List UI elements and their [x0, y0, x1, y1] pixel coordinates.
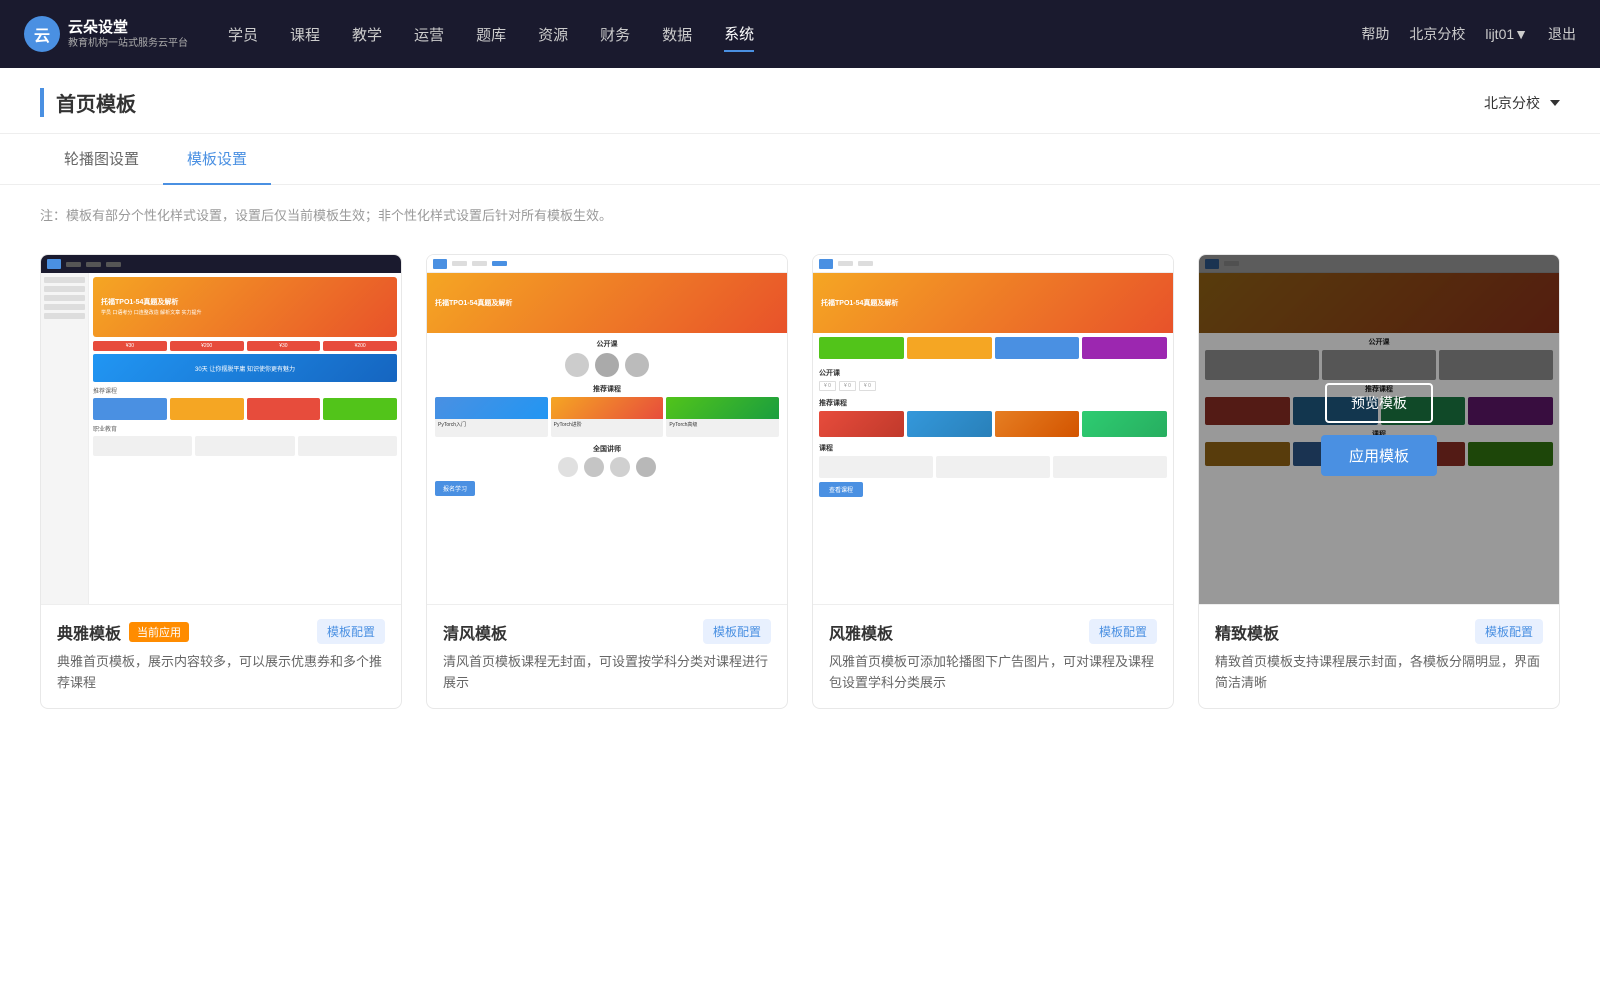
template-card-qingfeng: 托福TPO1-54真题及解析 公开课 推荐课程	[426, 254, 788, 709]
template-desc-fengya: 风雅首页模板可添加轮播图下广告图片，可对课程及课程包设置学科分类展示	[829, 652, 1157, 694]
nav-item-data[interactable]: 数据	[662, 18, 692, 51]
template-name-dianghya: 典雅模板	[57, 620, 121, 644]
current-badge-dianghya: 当前应用	[129, 622, 189, 642]
nav-item-operations[interactable]: 运营	[414, 18, 444, 51]
template-card-jingzhi: 公开课 推荐课程 课程	[1198, 254, 1560, 709]
template-info-qingfeng: 清风模板 模板配置 清风首页模板课程无封面，可设置按学科分类对课程进行展示	[427, 605, 787, 708]
template-card-dianghya: 托福TPO1-54真题及解析 学员 口语考分 口连整改造 解析文章 实力提升 ¥…	[40, 254, 402, 709]
tab-carousel[interactable]: 轮播图设置	[40, 134, 163, 185]
branch-selector[interactable]: 北京分校	[1484, 93, 1560, 113]
logo-icon: 云	[24, 16, 60, 52]
template-name-jingzhi: 精致模板	[1215, 620, 1279, 644]
config-button-fengya[interactable]: 模板配置	[1089, 619, 1157, 644]
apply-button-jingzhi[interactable]: 应用模板	[1321, 435, 1437, 476]
template-preview-fengya: 托福TPO1-54真题及解析 公开课 ¥ 0	[813, 255, 1173, 605]
nav-item-teaching[interactable]: 教学	[352, 18, 382, 51]
logo: 云 云朵设堂 教育机构一站式服务云平台	[24, 16, 188, 52]
nav-help[interactable]: 帮助	[1361, 24, 1389, 44]
page-header: 首页模板 北京分校	[0, 68, 1600, 134]
nav-logout[interactable]: 退出	[1548, 24, 1576, 44]
nav-menu: 学员 课程 教学 运营 题库 资源 财务 数据 系统	[228, 17, 1361, 52]
sim-header	[41, 255, 401, 273]
config-button-jingzhi[interactable]: 模板配置	[1475, 619, 1543, 644]
template-info-jingzhi: 精致模板 模板配置 精致首页模板支持课程展示封面，各模板分隔明显，界面简洁清晰	[1199, 605, 1559, 708]
tabs-bar: 轮播图设置 模板设置	[0, 134, 1600, 185]
template-grid: 托福TPO1-54真题及解析 学员 口语考分 口连整改造 解析文章 实力提升 ¥…	[0, 244, 1600, 749]
template-card-fengya: 托福TPO1-54真题及解析 公开课 ¥ 0	[812, 254, 1174, 709]
nav-right: 帮助 北京分校 lijt01▼ 退出	[1361, 24, 1576, 44]
template-name-qingfeng: 清风模板	[443, 620, 507, 644]
template-overlay-jingzhi: 预览模板 应用模板	[1199, 255, 1559, 604]
config-button-dianghya[interactable]: 模板配置	[317, 619, 385, 644]
chevron-down-icon	[1550, 100, 1560, 106]
nav-item-finance[interactable]: 财务	[600, 18, 630, 51]
page-title: 首页模板	[40, 88, 136, 117]
nav-user[interactable]: lijt01▼	[1485, 26, 1528, 42]
template-desc-qingfeng: 清风首页模板课程无封面，可设置按学科分类对课程进行展示	[443, 652, 771, 694]
template-info-fengya: 风雅模板 模板配置 风雅首页模板可添加轮播图下广告图片，可对课程及课程包设置学科…	[813, 605, 1173, 708]
template-desc-jingzhi: 精致首页模板支持课程展示封面，各模板分隔明显，界面简洁清晰	[1215, 652, 1543, 694]
logo-text: 云朵设堂 教育机构一站式服务云平台	[68, 18, 188, 51]
template-preview-dianghya: 托福TPO1-54真题及解析 学员 口语考分 口连整改造 解析文章 实力提升 ¥…	[41, 255, 401, 605]
preview-button-jingzhi[interactable]: 预览模板	[1325, 383, 1433, 423]
nav-item-students[interactable]: 学员	[228, 18, 258, 51]
nav-branch[interactable]: 北京分校	[1409, 24, 1465, 44]
template-preview-jingzhi: 公开课 推荐课程 课程	[1199, 255, 1559, 605]
note-text: 注：模板有部分个性化样式设置，设置后仅当前模板生效；非个性化样式设置后针对所有模…	[0, 185, 1600, 244]
nav-item-questions[interactable]: 题库	[476, 18, 506, 51]
main-nav: 云 云朵设堂 教育机构一站式服务云平台 学员 课程 教学 运营 题库 资源 财务…	[0, 0, 1600, 68]
template-desc-dianghya: 典雅首页模板，展示内容较多，可以展示优惠券和多个推荐课程	[57, 652, 385, 694]
template-info-dianghya: 典雅模板 当前应用 模板配置 典雅首页模板，展示内容较多，可以展示优惠券和多个推…	[41, 605, 401, 708]
page-content: 首页模板 北京分校 轮播图设置 模板设置 注：模板有部分个性化样式设置，设置后仅…	[0, 68, 1600, 990]
config-button-qingfeng[interactable]: 模板配置	[703, 619, 771, 644]
nav-item-courses[interactable]: 课程	[290, 18, 320, 51]
template-name-fengya: 风雅模板	[829, 620, 893, 644]
nav-item-resources[interactable]: 资源	[538, 18, 568, 51]
nav-item-system[interactable]: 系统	[724, 17, 754, 52]
tab-template[interactable]: 模板设置	[163, 134, 271, 185]
template-preview-qingfeng: 托福TPO1-54真题及解析 公开课 推荐课程	[427, 255, 787, 605]
